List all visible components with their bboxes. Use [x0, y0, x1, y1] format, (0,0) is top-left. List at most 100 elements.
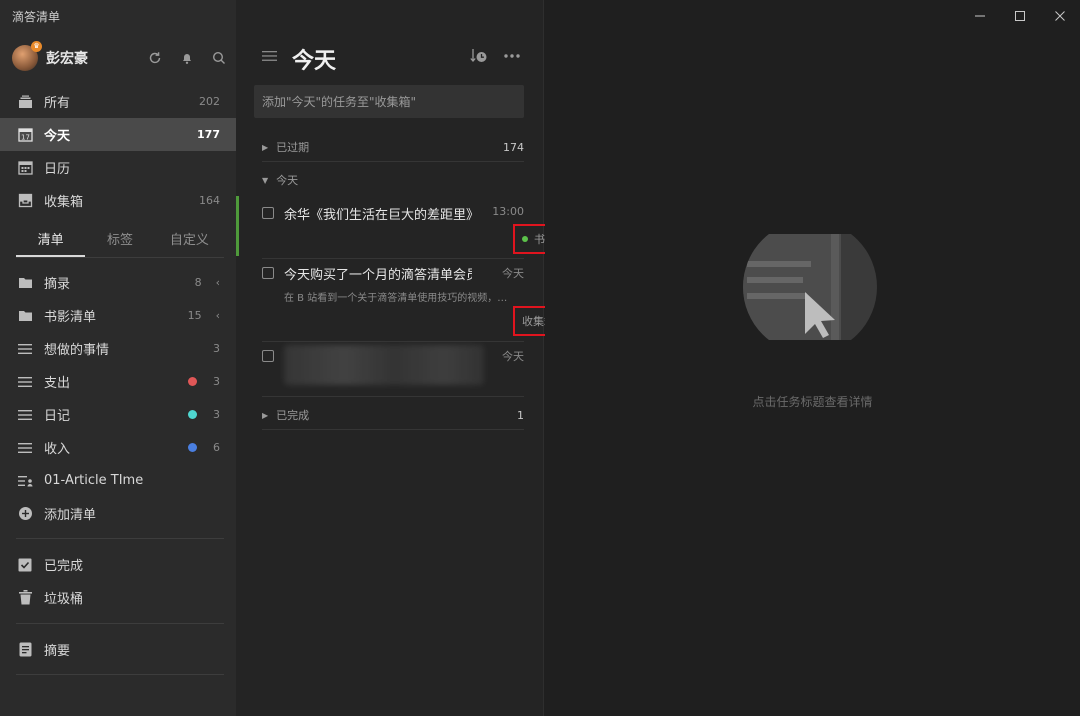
crown-icon: ♛	[31, 41, 42, 52]
list-icon	[16, 439, 34, 457]
plus-circle-icon	[16, 505, 34, 523]
tab-tags[interactable]: 标签	[85, 228, 154, 257]
task-checkbox[interactable]	[262, 350, 274, 362]
task-checkbox[interactable]	[262, 267, 274, 279]
bell-icon[interactable]	[178, 49, 196, 67]
sidebar-item-inbox[interactable]: 收集箱 164	[0, 184, 236, 217]
selection-accent-bar	[236, 196, 239, 256]
sidebar-item-label: 摘要	[44, 644, 71, 659]
sidebar-item-income[interactable]: 收入 6	[0, 431, 236, 464]
task-title[interactable]: 余华《我们生活在巨大的差距里》	[284, 204, 472, 223]
sidebar-item-diary[interactable]: 日记 3	[0, 398, 236, 431]
page-title: 今天	[292, 49, 337, 74]
list-color-dot	[522, 236, 528, 242]
calendar-icon	[16, 159, 34, 177]
blurred-task-content	[284, 345, 484, 385]
folder-icon	[16, 274, 34, 292]
task-time: 今天	[502, 350, 524, 363]
section-overdue[interactable]: ▶ 已过期 174	[262, 139, 524, 155]
document-icon	[16, 641, 34, 659]
sort-by-time-icon[interactable]	[470, 48, 488, 68]
list-icon	[16, 406, 34, 424]
section-count: 1	[517, 408, 524, 422]
sidebar-item-label: 收集箱	[44, 195, 84, 210]
sidebar-item-label: 摘录	[44, 277, 71, 292]
divider	[16, 623, 224, 624]
maximize-icon[interactable]	[1000, 0, 1040, 32]
tab-custom[interactable]: 自定义	[155, 228, 224, 257]
sidebar-item-trash[interactable]: 垃圾桶	[0, 581, 236, 614]
empty-detail-text: 点击任务标题查看详情	[752, 395, 873, 409]
sidebar-item-today[interactable]: 17 今天 177	[0, 118, 236, 151]
sidebar-item-label: 今天	[44, 129, 71, 144]
task-description: 在 B 站看到一个关于滴答清单使用技巧的视频，…	[284, 293, 508, 304]
section-today[interactable]: ▼ 今天	[262, 172, 524, 188]
divider	[16, 674, 224, 675]
sidebar-item-label: 日历	[44, 162, 71, 177]
hamburger-menu-icon[interactable]	[262, 50, 277, 66]
triangle-down-icon: ▼	[262, 175, 269, 185]
sidebar-item-summary[interactable]: 摘要	[0, 633, 236, 666]
sidebar-item-expense[interactable]: 支出 3	[0, 365, 236, 398]
task-time: 13:00	[492, 205, 524, 218]
sidebar-item-count: 3	[213, 375, 220, 388]
sidebar-item-label: 支出	[44, 376, 71, 391]
sidebar-item-count: 164	[199, 194, 220, 207]
divider	[262, 258, 524, 259]
sidebar-item-excerpts[interactable]: 摘录 8 ‹	[0, 266, 236, 299]
section-label: 已完成	[276, 409, 310, 422]
detail-panel: 点击任务标题查看详情	[545, 0, 1080, 716]
sidebar-item-book-film[interactable]: 书影清单 15 ‹	[0, 299, 236, 332]
add-list-button[interactable]: 添加清单	[0, 497, 236, 530]
sidebar-item-label: 所有	[44, 96, 71, 111]
add-list-label: 添加清单	[44, 508, 97, 523]
sidebar-item-count: 202	[199, 95, 220, 108]
list-icon	[16, 340, 34, 358]
minimize-icon[interactable]	[960, 0, 1000, 32]
more-options-icon[interactable]	[504, 46, 520, 62]
sidebar-item-completed[interactable]: 已完成	[0, 548, 236, 581]
section-count: 174	[503, 140, 524, 154]
sidebar-item-label: 收入	[44, 442, 71, 457]
close-icon[interactable]	[1040, 0, 1080, 32]
shared-list-icon	[16, 472, 34, 490]
sidebar-item-all[interactable]: 所有 202	[0, 85, 236, 118]
list-icon	[16, 373, 34, 391]
calendar-today-icon: 17	[16, 126, 34, 144]
svg-text:17: 17	[21, 134, 30, 142]
sidebar-item-count: 8	[194, 276, 202, 289]
task-time: 今天	[502, 267, 524, 280]
triangle-right-icon: ▶	[262, 142, 269, 152]
trash-icon	[16, 589, 34, 607]
section-completed[interactable]: ▶ 已完成 1	[262, 407, 524, 423]
chevron-left-icon[interactable]: ‹	[216, 276, 220, 289]
triangle-right-icon: ▶	[262, 410, 269, 420]
sync-icon[interactable]	[146, 49, 164, 67]
task-checkbox[interactable]	[262, 207, 274, 219]
divider	[16, 538, 224, 539]
username[interactable]: 彭宏豪	[46, 48, 146, 68]
search-icon[interactable]	[210, 49, 228, 67]
sidebar-item-count: 3	[213, 408, 220, 421]
color-dot	[188, 377, 197, 386]
inbox-icon	[16, 192, 34, 210]
section-label: 今天	[276, 174, 299, 187]
color-dot	[188, 443, 197, 452]
sidebar-item-calendar[interactable]: 日历	[0, 151, 236, 184]
app-title: 滴答清单	[12, 10, 61, 24]
task-title[interactable]: 今天购买了一个月的滴答清单会员	[284, 264, 472, 283]
divider	[262, 396, 524, 397]
folder-icon	[16, 307, 34, 325]
color-dot	[188, 410, 197, 419]
list-header: 今天	[236, 40, 544, 76]
tab-lists[interactable]: 清单	[16, 228, 86, 257]
stack-icon	[16, 93, 34, 111]
sidebar-item-todo[interactable]: 想做的事情 3	[0, 332, 236, 365]
add-task-input[interactable]	[254, 85, 524, 118]
divider	[262, 429, 524, 430]
sidebar-item-count: 177	[197, 128, 220, 141]
chevron-left-icon[interactable]: ‹	[216, 309, 220, 322]
sidebar-item-article-time[interactable]: 01-Article TIme	[0, 464, 236, 497]
divider	[262, 341, 524, 342]
avatar[interactable]: ♛	[12, 41, 42, 71]
